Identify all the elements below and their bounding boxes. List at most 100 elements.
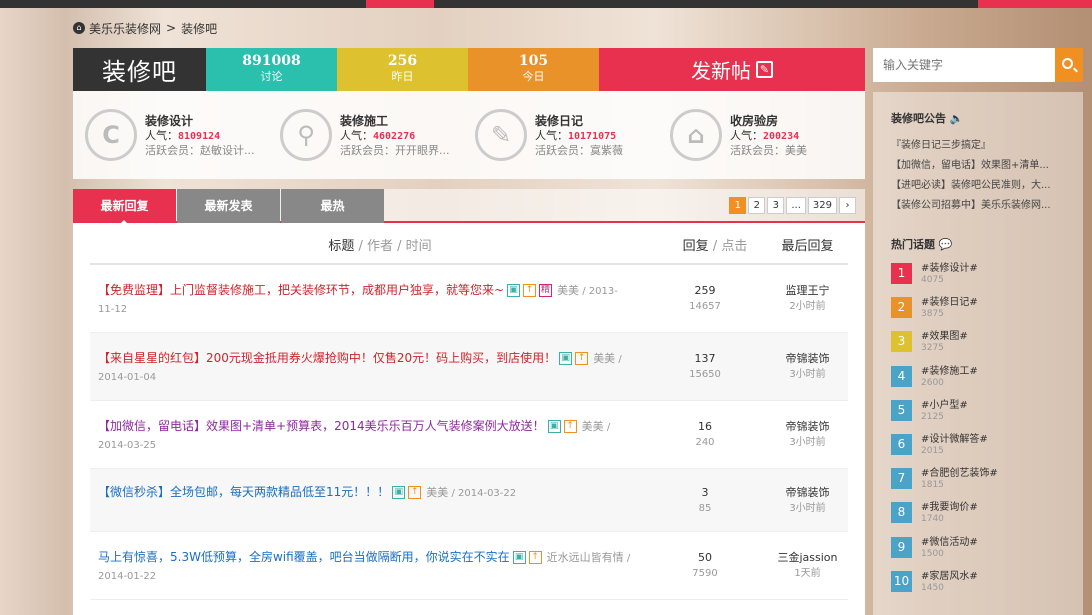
reply-count-cell: 259 14657 bbox=[670, 283, 740, 315]
stat-discussions: 891008 讨论 bbox=[206, 48, 337, 91]
topic-author[interactable]: 近水远山皆有情 bbox=[547, 551, 624, 564]
hot-topic-item[interactable]: 5 #小户型# 2125 bbox=[891, 399, 1083, 434]
hot-topic-item[interactable]: 8 #我要询价# 1740 bbox=[891, 502, 1083, 536]
category-popularity: 人气：200234 bbox=[730, 128, 800, 142]
forum-title: 装修吧 bbox=[73, 48, 206, 91]
stat-value: 256 bbox=[387, 53, 418, 69]
rank-badge: 9 bbox=[891, 536, 912, 558]
hot-topic-name: #效果图# bbox=[921, 331, 968, 343]
hot-topic-count: 2125 bbox=[921, 411, 944, 422]
notice-item[interactable]: 【加微信，留电话】效果图+清单... bbox=[891, 156, 1077, 176]
img-badge-icon: ▣ bbox=[512, 551, 526, 564]
last-reply-user[interactable]: 帝锦装饰 bbox=[770, 485, 845, 501]
stat-today: 105 今日 bbox=[468, 48, 599, 91]
hot-topic-name: #微信活动# bbox=[921, 536, 978, 548]
home-icon[interactable]: ⌂ bbox=[73, 22, 85, 34]
rank-badge: 4 bbox=[891, 365, 912, 387]
design-icon: C bbox=[85, 109, 137, 161]
hot-topic-item[interactable]: 4 #装修施工# 2600 bbox=[891, 365, 1083, 400]
notice-item[interactable]: 『装修日记三步搞定』 bbox=[891, 136, 1077, 156]
breadcrumb-site-link[interactable]: 美乐乐装修网 bbox=[89, 20, 161, 37]
reply-count-cell: 3 85 bbox=[670, 485, 740, 517]
hot-topic-name: #小户型# bbox=[921, 399, 968, 411]
breadcrumb: ⌂ 美乐乐装修网 > 装修吧 bbox=[73, 20, 217, 36]
last-reply-cell: 帝锦装饰 3小时前 bbox=[770, 419, 845, 451]
category-popularity: 人气：8109124 bbox=[145, 128, 221, 142]
notice-item[interactable]: 【进吧必读】装修吧公民准则，大... bbox=[891, 176, 1077, 196]
top-bar bbox=[0, 0, 1092, 8]
reply-count-cell: 137 15650 bbox=[670, 351, 740, 383]
last-reply-time: 1天前 bbox=[794, 568, 821, 579]
hot-topic-item[interactable]: 1 #装修设计# 4075 bbox=[891, 263, 1083, 297]
category-item-diary[interactable]: ✎ 装修日记 人气：10171075 活跃会员：寞紫薇 bbox=[475, 91, 670, 179]
last-reply-time: 3小时前 bbox=[789, 437, 826, 448]
wrench-icon: ⚲ bbox=[280, 109, 332, 161]
hot-topic-item[interactable]: 3 #效果图# 3275 bbox=[891, 331, 1083, 365]
breadcrumb-separator: > bbox=[166, 21, 177, 35]
topic-title-cell: 【来自星星的红包】200元现金抵用券火爆抢购中！仅售20元！码上购买，到店使用！… bbox=[98, 350, 634, 386]
topic-link[interactable]: 【免费监理】上门监督装修施工，把关装修环节，成都用户独享，就等您来~ bbox=[98, 283, 504, 297]
category-name: 装修日记 bbox=[535, 113, 584, 128]
last-reply-user[interactable]: 帝锦装饰 bbox=[770, 351, 845, 367]
hot-topic-item[interactable]: 6 #设计微解答# 2015 bbox=[891, 433, 1083, 468]
hot-topic-item[interactable]: 9 #微信活动# 1500 bbox=[891, 536, 1083, 571]
table-row: 【加微信，留电话】效果图+清单+预算表，2014美乐乐百万人气装修案例大放送！ ▣… bbox=[90, 401, 848, 469]
topic-link[interactable]: 【加微信，留电话】效果图+清单+预算表，2014美乐乐百万人气装修案例大放送！ bbox=[98, 419, 545, 433]
edit-icon: ✎ bbox=[756, 61, 773, 78]
category-active-member: 活跃会员：寞紫薇 bbox=[535, 143, 623, 157]
img-badge-icon: ▣ bbox=[392, 485, 406, 499]
rank-badge: 5 bbox=[891, 399, 912, 421]
hot-topic-item[interactable]: 10 #家居风水# 1450 bbox=[891, 570, 1083, 605]
rank-badge: 2 bbox=[891, 297, 912, 319]
last-reply-user[interactable]: 帝锦装饰 bbox=[770, 419, 845, 435]
next-page-button[interactable]: › bbox=[839, 197, 856, 214]
topic-title-cell: 马上有惊喜，5.3W低预算，全房wifi覆盖，吧台当做隔断用，你说实在不实在 ▣ ↑… bbox=[98, 549, 634, 585]
topic-link[interactable]: 【来自星星的红包】200元现金抵用券火爆抢购中！仅售20元！码上购买，到店使用！ bbox=[98, 351, 556, 365]
hot-topic-count: 2600 bbox=[921, 377, 944, 388]
new-post-button[interactable]: 发新帖 ✎ bbox=[599, 48, 865, 91]
tab-latest-post[interactable]: 最新发表 bbox=[177, 189, 280, 223]
up-badge-icon: ↑ bbox=[528, 551, 542, 564]
last-reply-user[interactable]: 监理王宁 bbox=[770, 283, 845, 299]
topic-link[interactable]: 马上有惊喜，5.3W低预算，全房wifi覆盖，吧台当做隔断用，你说实在不实在 bbox=[98, 550, 510, 564]
page-last-button[interactable]: 329 bbox=[807, 197, 837, 214]
topic-author[interactable]: 美美 bbox=[426, 486, 448, 499]
tab-latest-reply[interactable]: 最新回复 bbox=[73, 189, 176, 225]
notice-item[interactable]: 【装修公司招募中】美乐乐装修网... bbox=[891, 196, 1077, 216]
img-badge-icon: ▣ bbox=[547, 420, 561, 433]
search-button[interactable] bbox=[1055, 48, 1083, 82]
category-item-design[interactable]: C 装修设计 人气：8109124 活跃会员：赵敏设计... bbox=[85, 91, 280, 179]
page-1-button[interactable]: 1 bbox=[729, 197, 747, 214]
search-input[interactable] bbox=[873, 48, 1055, 82]
table-row: 【来自星星的红包】200元现金抵用券火爆抢购中！仅售20元！码上购买，到店使用！… bbox=[90, 333, 848, 401]
stat-value: 891008 bbox=[242, 53, 301, 69]
last-reply-user[interactable]: 三金jassion bbox=[770, 550, 845, 566]
topic-link[interactable]: 【微信秒杀】全场包邮，每天两款精品低至11元！！！ bbox=[98, 485, 389, 499]
page-3-button[interactable]: 3 bbox=[767, 197, 785, 214]
topic-author[interactable]: 美美 bbox=[557, 284, 579, 297]
hot-topic-count: 3275 bbox=[921, 343, 944, 354]
hot-topic-count: 1500 bbox=[921, 548, 944, 559]
hot-topic-name: #设计微解答# bbox=[921, 433, 988, 445]
page-2-button[interactable]: 2 bbox=[748, 197, 766, 214]
topic-author[interactable]: 美美 bbox=[582, 420, 604, 433]
topic-sep: / bbox=[448, 487, 459, 499]
header-last-reply: 最后回复 bbox=[781, 239, 834, 254]
category-name: 收房验房 bbox=[730, 113, 779, 128]
stat-label: 今日 bbox=[522, 70, 545, 83]
hot-topics-panel: 热门话题 💬 1 #装修设计# 4075 2 #装修日记# 3875 3 #效果图# 3275 4… bbox=[873, 236, 1083, 605]
hot-topic-name: #家居风水# bbox=[921, 570, 978, 582]
hot-topic-item[interactable]: 2 #装修日记# 3875 bbox=[891, 297, 1083, 331]
topic-author[interactable]: 美美 bbox=[593, 352, 615, 365]
pen-icon: ✎ bbox=[475, 109, 527, 161]
last-reply-cell: 帝锦装饰 3小时前 bbox=[770, 351, 845, 383]
search-icon bbox=[1062, 58, 1073, 69]
hot-topic-item[interactable]: 7 #合肥创艺装饰# 1815 bbox=[891, 468, 1083, 502]
category-item-inspection[interactable]: ⌂ 收房验房 人气：200234 活跃会员：美美 bbox=[670, 91, 865, 179]
header-author: 作者 bbox=[366, 239, 393, 254]
tab-hottest[interactable]: 最热 bbox=[281, 189, 384, 223]
rank-badge: 6 bbox=[891, 433, 912, 455]
category-item-construction[interactable]: ⚲ 装修施工 人气：4602276 活跃会员：开开眼界... bbox=[280, 91, 475, 179]
topic-title-cell: 【微信秒杀】全场包邮，每天两款精品低至11元！！！ ▣ ↑ 美美 / 2014-03-… bbox=[98, 484, 634, 502]
reply-count-cell: 50 7590 bbox=[670, 550, 740, 582]
